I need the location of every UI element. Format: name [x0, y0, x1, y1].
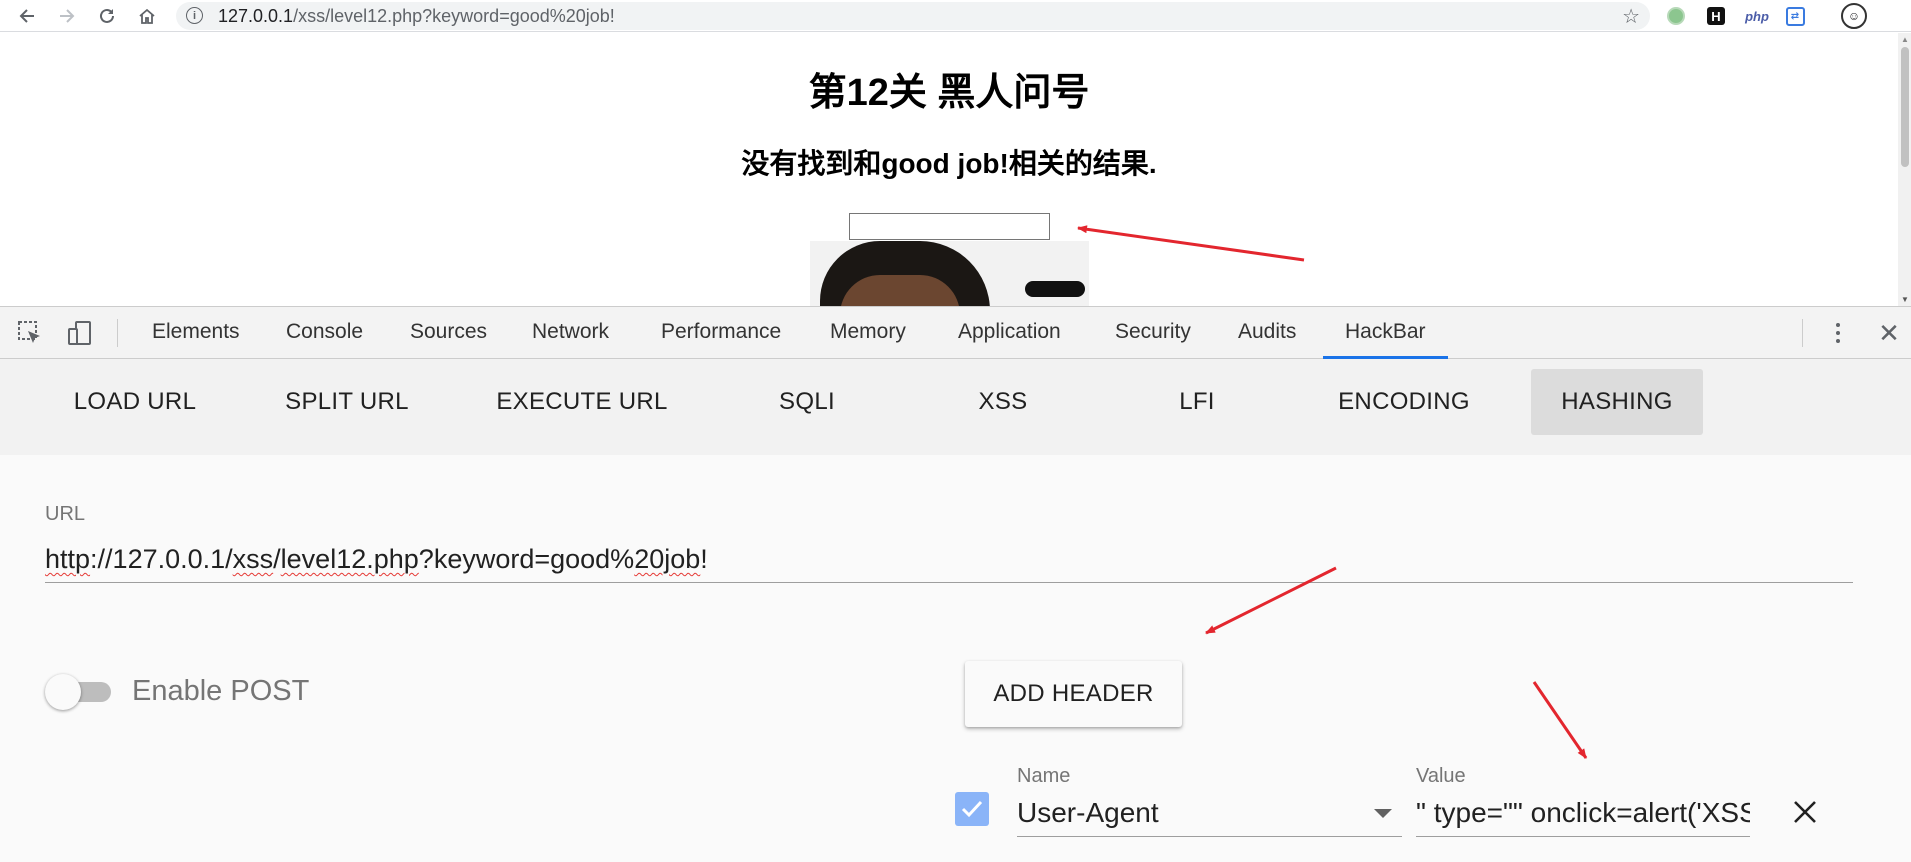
close-devtools-icon[interactable]: ✕ [1875, 318, 1903, 348]
extension-hackbar-icon[interactable]: H [1705, 5, 1727, 27]
toolbar-divider [117, 319, 118, 347]
star-icon[interactable]: ☆ [1622, 4, 1640, 29]
tab-application[interactable]: Application [936, 307, 1083, 359]
home-icon[interactable] [134, 3, 160, 29]
scroll-thumb[interactable] [1901, 47, 1909, 167]
remove-header-icon[interactable] [1788, 795, 1822, 829]
header-name-value: User-Agent [1017, 797, 1159, 828]
page-title: 第12关 黑人问号 [808, 72, 1090, 114]
hackbar-body: URL http://127.0.0.1/xss/level12.php?key… [0, 455, 1911, 862]
tab-elements[interactable]: Elements [130, 307, 262, 359]
tab-console[interactable]: Console [264, 307, 385, 359]
info-icon[interactable]: i [186, 7, 203, 24]
header-value-label: Value [1416, 765, 1466, 787]
hackbar-menu: LOAD URL SPLIT URL EXECUTE URL SQLI XSS … [0, 359, 1911, 455]
address-bar[interactable]: i 127.0.0.1/xss/level12.php?keyword=good… [176, 2, 1650, 30]
reload-icon[interactable] [94, 3, 120, 29]
extension-translate-icon[interactable]: ⇄ [1784, 5, 1806, 27]
tab-security[interactable]: Security [1093, 307, 1213, 359]
lfi-button[interactable]: LFI [1134, 369, 1260, 435]
browser-toolbar: i 127.0.0.1/xss/level12.php?keyword=good… [0, 0, 1911, 32]
url-textarea[interactable]: http://127.0.0.1/xss/level12.php?keyword… [45, 539, 1853, 583]
tab-sources[interactable]: Sources [388, 307, 509, 359]
split-url-button[interactable]: SPLIT URL [262, 369, 432, 435]
url-path: /xss/level12.php?keyword=good%20job! [293, 6, 615, 26]
tab-memory[interactable]: Memory [808, 307, 928, 359]
profile-avatar[interactable]: ☺ [1841, 3, 1867, 29]
level-image [810, 241, 1089, 306]
execute-url-button[interactable]: EXECUTE URL [480, 369, 684, 435]
devtools-tab-bar: Elements Console Sources Network Perform… [0, 307, 1911, 359]
forward-arrow-icon[interactable] [54, 3, 80, 29]
inspect-element-icon[interactable] [16, 319, 44, 347]
url-label: URL [45, 503, 86, 525]
header-name-select[interactable]: User-Agent [1017, 793, 1402, 837]
xss-button[interactable]: XSS [940, 369, 1066, 435]
add-header-button[interactable]: ADD HEADER [965, 661, 1182, 727]
encoding-button[interactable]: ENCODING [1318, 369, 1490, 435]
search-result-text: 没有找到和good job!相关的结果. [741, 148, 1157, 179]
address-url: 127.0.0.1/xss/level12.php?keyword=good%2… [218, 7, 615, 25]
tab-hackbar[interactable]: HackBar [1323, 307, 1448, 359]
device-toolbar-icon[interactable] [66, 319, 94, 347]
page-scrollbar[interactable]: ▲ ▼ [1898, 33, 1911, 306]
enable-post-label: Enable POST [132, 675, 310, 707]
browser-window: i 127.0.0.1/xss/level12.php?keyword=good… [0, 0, 1911, 862]
more-options-icon[interactable] [1828, 319, 1848, 347]
tab-audits[interactable]: Audits [1216, 307, 1318, 359]
url-host: 127.0.0.1 [218, 6, 294, 26]
sqli-button[interactable]: SQLI [744, 369, 870, 435]
header-enabled-checkbox[interactable] [955, 792, 989, 826]
back-arrow-icon[interactable] [14, 3, 40, 29]
tab-network[interactable]: Network [510, 307, 631, 359]
toolbar-divider [1802, 319, 1803, 347]
devtools-panel: Elements Console Sources Network Perform… [0, 306, 1911, 862]
tab-performance[interactable]: Performance [639, 307, 803, 359]
scroll-down-icon[interactable]: ▼ [1901, 295, 1909, 304]
extension-php-icon[interactable]: php [1743, 5, 1771, 27]
header-name-label: Name [1017, 765, 1071, 787]
hashing-button[interactable]: HASHING [1531, 369, 1703, 435]
dropdown-caret-icon [1374, 809, 1392, 818]
page-viewport: 第12关 黑人问号 没有找到和good job!相关的结果. ▲ ▼ [0, 33, 1911, 306]
load-url-button[interactable]: LOAD URL [50, 369, 220, 435]
header-value-input[interactable]: " type="" onclick=alert('XSS') [1416, 793, 1750, 837]
scroll-up-icon[interactable]: ▲ [1901, 35, 1909, 44]
extension-green-icon[interactable] [1665, 5, 1687, 27]
enable-post-toggle[interactable] [45, 673, 115, 710]
checkmark-icon [961, 800, 983, 818]
keyword-input[interactable] [849, 213, 1050, 240]
